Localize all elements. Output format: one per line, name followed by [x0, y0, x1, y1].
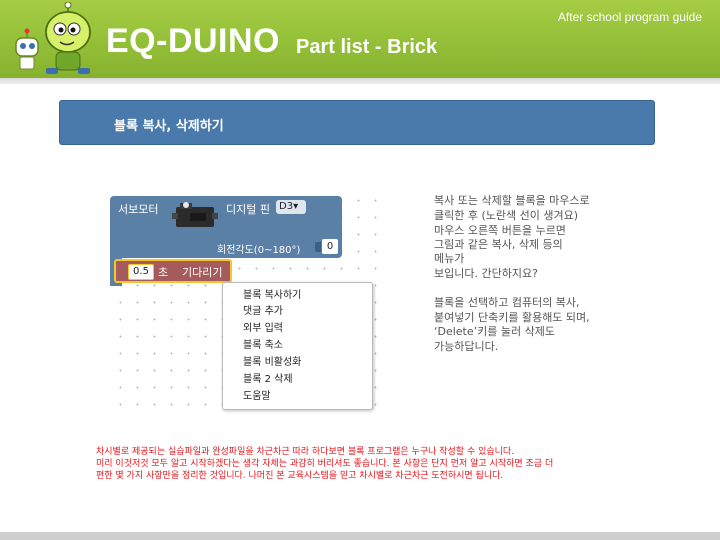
menu-item-collapse[interactable]: 블록 축소 [243, 339, 283, 353]
section-title: 블록 복사, 삭제하기 [114, 119, 224, 134]
servo-motor-icon [172, 202, 218, 227]
header-tagline: After school program guide [557, 10, 702, 24]
angle-input-connector [315, 242, 321, 252]
angle-label: 회전각도(0~180°) [217, 245, 301, 256]
description-line: 블록을 선택하고 컴퓨터의 복사, [434, 296, 580, 309]
pin-dropdown[interactable]: D3▾ [276, 200, 306, 214]
block-context-menu: 블록 복사하기 댓글 추가 외부 입력 블록 축소 블록 비활성화 블록 2 삭… [222, 282, 373, 410]
brand-subtitle: Part list - Brick [296, 36, 438, 58]
description-line: 가능하답니다. [434, 340, 499, 353]
footer-note-line: 미리 이것저것 모두 알고 시작하겠다는 생각 자체는 과감히 버리셔도 좋습니… [96, 459, 554, 469]
wait-block-selected[interactable]: 0.5 초 기다리기 [114, 259, 232, 283]
header-divider [0, 78, 720, 84]
footer-note-line: 차시별로 제공되는 실습파일과 완성파일을 차근차근 따라 하다보면 블록 프로… [96, 447, 515, 457]
servo-block-label: 서보모터 [118, 203, 159, 216]
description-line: 마우스 오른쪽 버튼을 누르면 [434, 224, 566, 237]
description-line: 클릭한 후 (노란색 선이 생겨요) [434, 209, 579, 222]
description-line: ‘Delete’키를 눌러 삭제도 [434, 325, 555, 338]
menu-item-delete[interactable]: 블록 2 삭제 [243, 373, 293, 387]
robot-mascot-icon [15, 2, 91, 74]
menu-item-help[interactable]: 도움말 [243, 390, 271, 404]
description-line: 복사 또는 삭제할 블록을 마우스로 [434, 194, 590, 207]
wait-block-label: 기다리기 [182, 266, 223, 279]
wait-seconds-input[interactable]: 0.5 [128, 264, 154, 280]
brand-title: EQ-DUINO [106, 22, 280, 60]
wait-unit-label: 초 [158, 266, 169, 279]
section-banner: 블록 복사, 삭제하기 [59, 100, 655, 145]
menu-item-duplicate[interactable]: 블록 복사하기 [243, 289, 301, 303]
footer-note-line: 편한 몇 가지 사항만을 정리한 것입니다. 나머진 본 교육시스템을 믿고 차… [96, 471, 504, 481]
description-line: 보입니다. 간단하지요? [434, 267, 538, 280]
servo-motor-block[interactable]: 서보모터 디지털 핀 D3▾ 회전각도(0~180°) 0 [110, 196, 342, 258]
menu-item-disable[interactable]: 블록 비활성화 [243, 356, 301, 370]
digital-pin-label: 디지털 핀 [226, 203, 270, 216]
menu-item-external-inputs[interactable]: 외부 입력 [243, 322, 283, 336]
description-line: 그림과 같은 복사, 삭제 등의 [434, 238, 563, 251]
angle-value-input[interactable]: 0 [322, 239, 338, 254]
description-line: 메뉴가 [434, 252, 465, 265]
menu-item-add-comment[interactable]: 댓글 추가 [243, 305, 283, 319]
bottom-bar [0, 532, 720, 540]
header-bar: EQ-DUINO Part list - Brick After school … [0, 0, 720, 78]
description-line: 붙여넣기 단축키를 활용해도 되며, [434, 311, 590, 324]
